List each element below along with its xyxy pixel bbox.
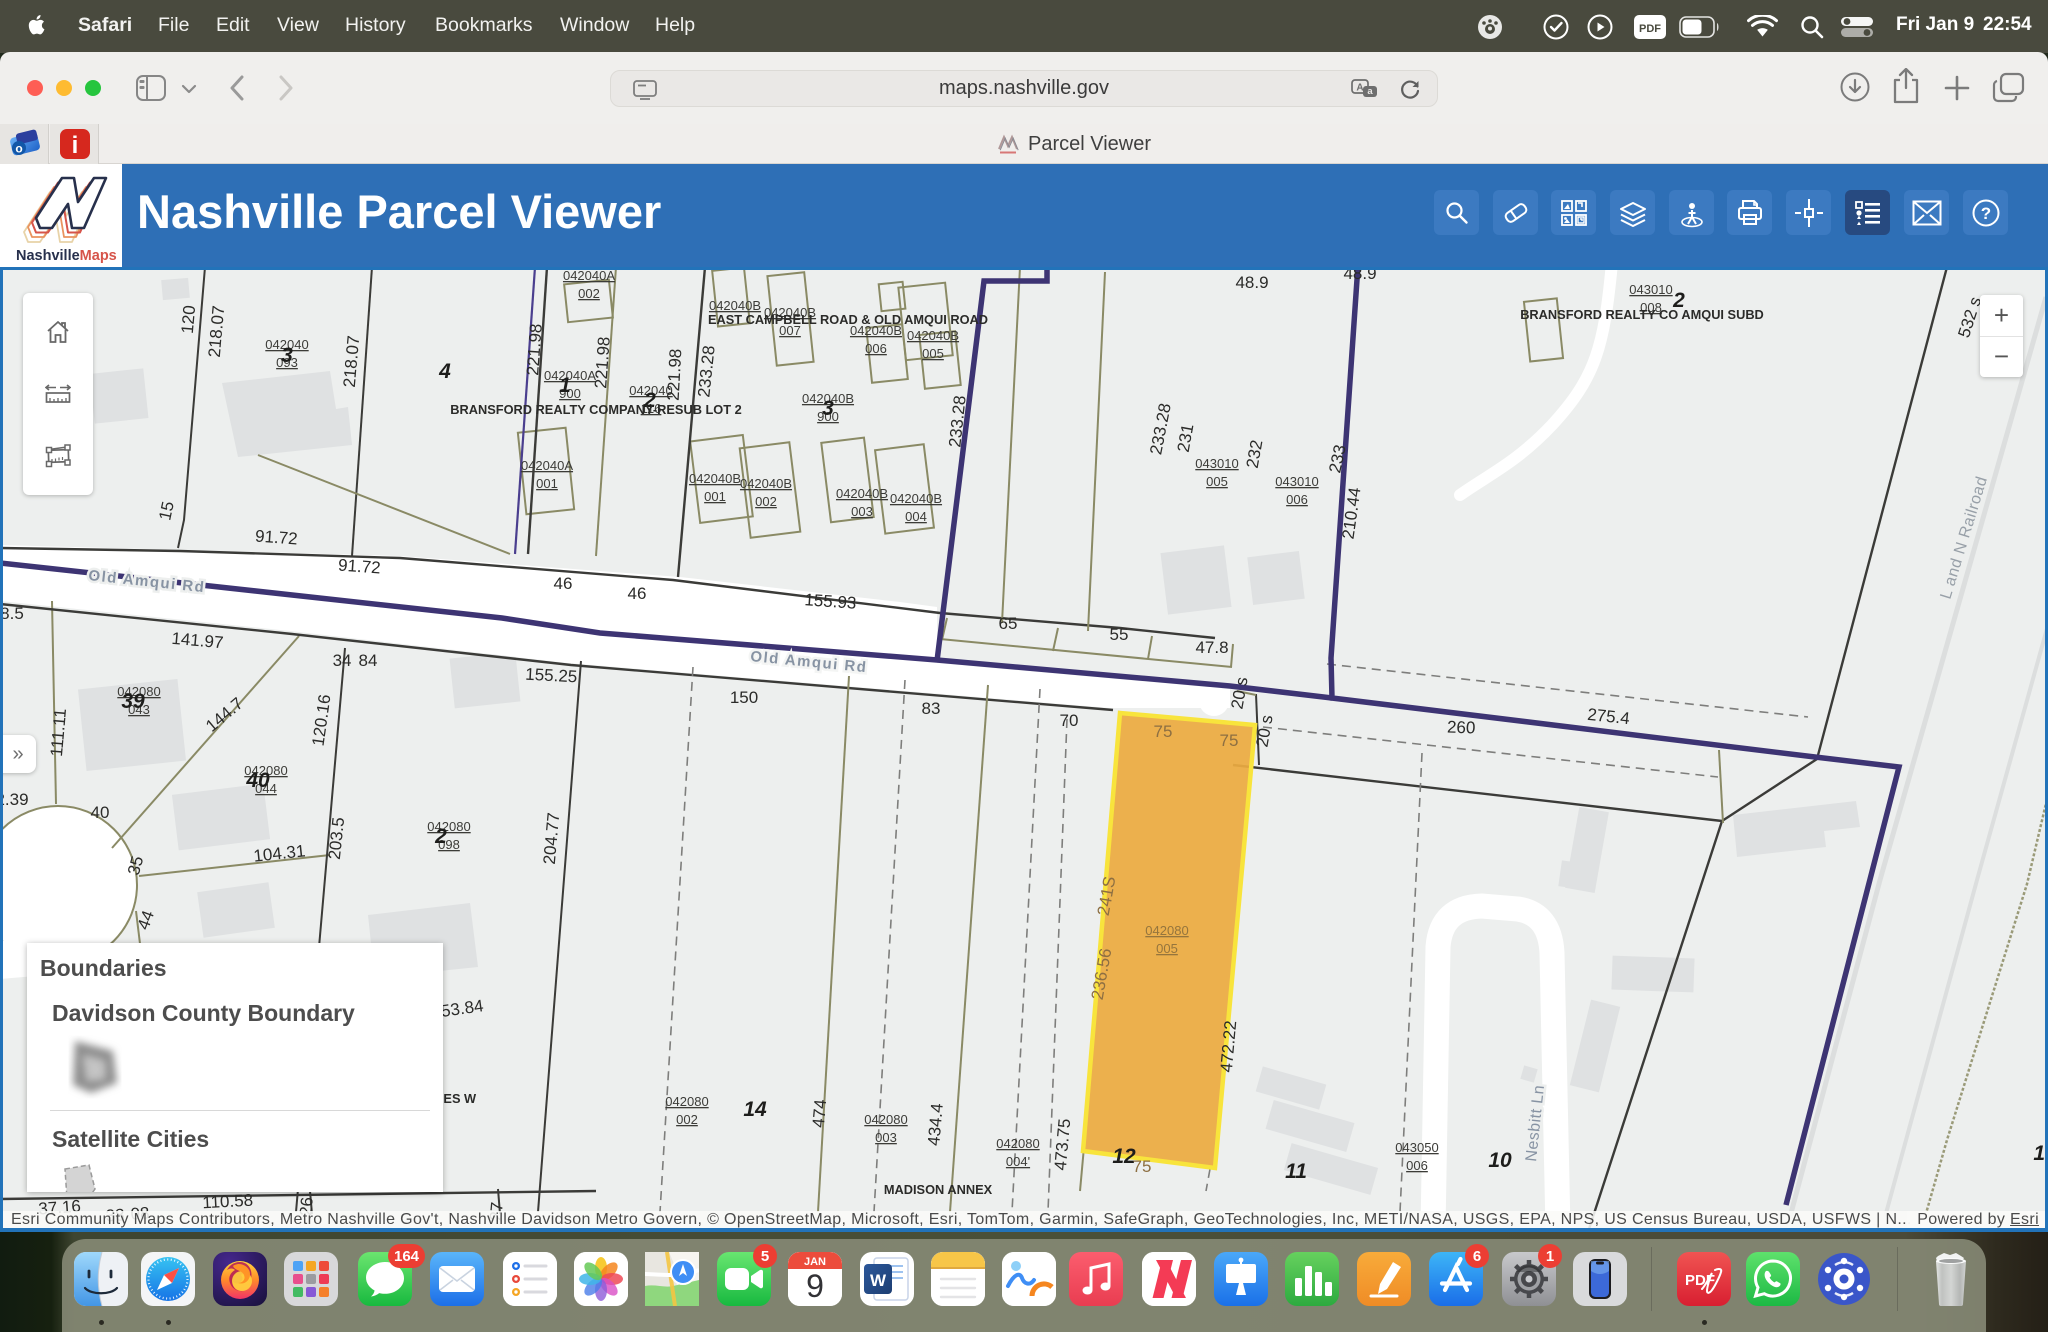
- svg-text:o: o: [15, 142, 22, 156]
- svg-text:NashvilleMaps: NashvilleMaps: [16, 248, 117, 264]
- svg-text:i: i: [72, 132, 79, 159]
- svg-text:W: W: [870, 1271, 887, 1290]
- svg-text:JAN: JAN: [804, 1256, 826, 1268]
- svg-text:a: a: [1367, 86, 1373, 97]
- svg-text:PDF: PDF: [1639, 23, 1661, 35]
- svg-text:A: A: [1356, 83, 1363, 94]
- svg-text:?: ?: [1980, 204, 1990, 223]
- svg-text:9: 9: [806, 1268, 824, 1304]
